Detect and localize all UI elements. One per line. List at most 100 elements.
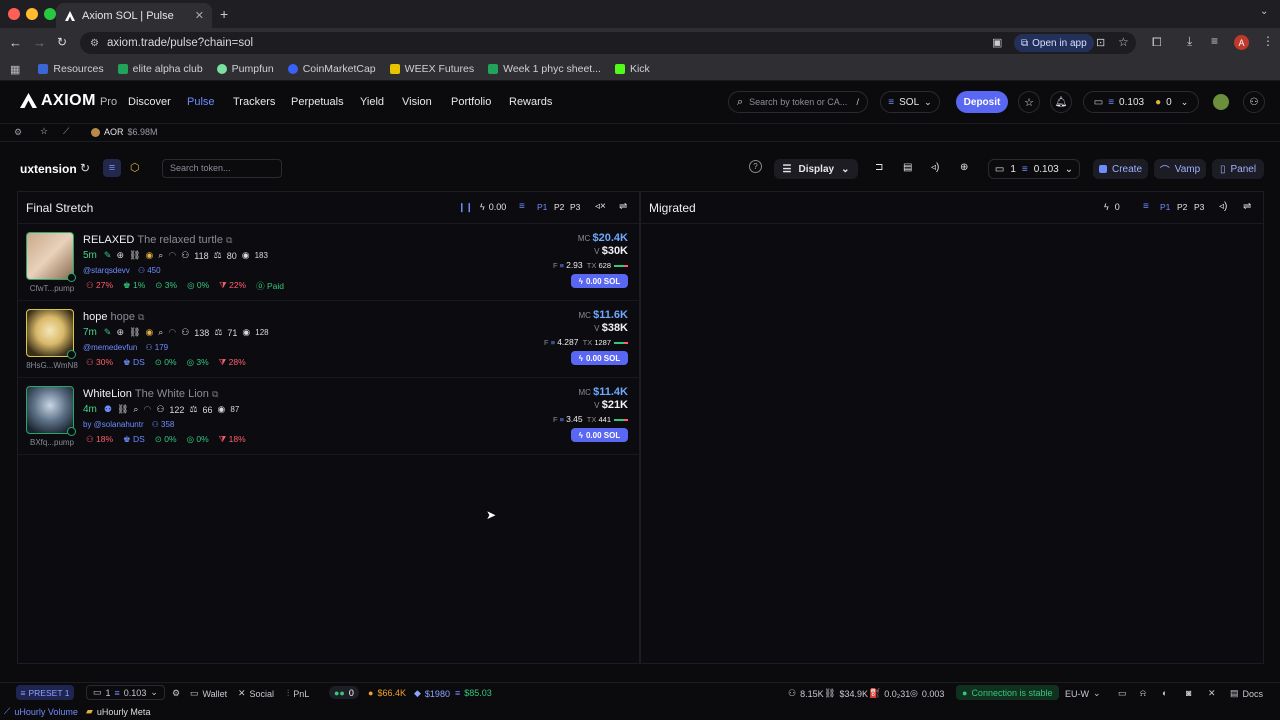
new-tab-button[interactable]: + [220, 6, 228, 22]
install-icon[interactable]: ⊡ [1096, 36, 1105, 49]
wallet-balance-button[interactable]: ▭ ≡ 0.103 ● 0 ⌄ [1083, 91, 1199, 113]
x-social-icon[interactable]: ✕ [1208, 688, 1216, 699]
tracker-toggle[interactable]: ●● 0 [329, 686, 359, 699]
nav-discover[interactable]: Discover [128, 96, 171, 108]
panel-button[interactable]: ▯ Panel [1212, 159, 1264, 179]
quick-buy-button[interactable]: ϟ 0.00 SOL [571, 351, 628, 365]
token-row[interactable]: BXfq...pump WhiteLion The White Lion ⧉ 4m… [18, 378, 640, 455]
user-avatar[interactable] [1213, 94, 1229, 110]
maximize-window-button[interactable] [44, 8, 56, 20]
token-avatar[interactable] [26, 386, 74, 434]
link-icon[interactable]: ⛓ [129, 250, 140, 261]
vamp-button[interactable]: ⌒ Vamp [1154, 159, 1206, 179]
eye-off-icon[interactable]: ◠ [168, 250, 176, 261]
bookmark-icon[interactable]: ⊐ [875, 162, 883, 173]
apps-grid-icon[interactable]: ▦ [10, 63, 20, 76]
preset-p1[interactable]: P1 [1160, 202, 1170, 212]
token-address[interactable]: CfwT...pump [22, 284, 82, 293]
preset-p1[interactable]: P1 [537, 202, 547, 212]
quick-buy-amount[interactable]: ϟ 0.00 [480, 202, 506, 212]
region-selector[interactable]: EU-W ⌄ [1065, 688, 1101, 699]
docs-link[interactable]: ▤ Docs [1230, 688, 1263, 699]
calculator-icon[interactable]: ▤ [903, 162, 912, 173]
token-name[interactable]: WhiteLion The White Lion ⧉ [83, 388, 218, 400]
dev-info[interactable]: @starqsdevv ⚇ 450 [83, 266, 161, 275]
star-icon[interactable]: ☆ [40, 126, 48, 137]
open-in-app-button[interactable]: ⧉ Open in app [1014, 34, 1094, 52]
token-address[interactable]: BXfq...pump [22, 438, 82, 447]
link-icon[interactable]: ⛓ [129, 327, 140, 338]
wallet-tab[interactable]: ▭ Wallet [190, 688, 227, 699]
preset-p2[interactable]: P2 [554, 202, 564, 212]
bookmark-coinmarketcap[interactable]: CoinMarketCap [287, 63, 376, 75]
coin-icon[interactable]: ◉ [145, 327, 153, 338]
bookmark-weex-futures[interactable]: WEEX Futures [389, 63, 474, 75]
mute-icon[interactable]: ◃× [595, 201, 606, 212]
palette-icon[interactable]: ◐ [1162, 688, 1167, 698]
clipboard-icon[interactable]: ▣ [992, 36, 1002, 49]
dev-info[interactable]: @memedevfun ⚇ 179 [83, 343, 168, 352]
close-tab-icon[interactable]: ✕ [195, 9, 204, 22]
menu-kebab-icon[interactable]: ⋮ [1262, 34, 1274, 48]
pnl-tab[interactable]: ⫶ PnL [287, 688, 309, 699]
token-avatar[interactable] [26, 232, 74, 280]
filter-settings-icon[interactable]: ⇌ [619, 201, 627, 212]
crosshair-settings-icon[interactable]: ⊕ [960, 162, 968, 173]
bookmark-week1-sheet[interactable]: Week 1 phyc sheet... [488, 63, 601, 75]
eye-off-icon[interactable]: ◠ [168, 327, 176, 338]
nav-vision[interactable]: Vision [402, 96, 432, 108]
token-address[interactable]: 8HsG...WmN8 [22, 361, 82, 370]
global-search-input[interactable]: ⌕ Search by token or CA... / [728, 91, 868, 113]
deposit-button[interactable]: Deposit [956, 91, 1008, 113]
nav-portfolio[interactable]: Portfolio [451, 96, 491, 108]
search-icon[interactable]: ⌕ [158, 327, 163, 338]
browser-tab[interactable]: Axiom SOL | Pulse ✕ [56, 3, 212, 28]
globe-icon[interactable]: ⊕ [116, 327, 124, 338]
bookmark-star-icon[interactable]: ☆ [1118, 35, 1129, 49]
tab-search-icon[interactable]: ⌄ [1260, 6, 1268, 17]
wallet-selector[interactable]: ▭ 1 ≡ 0.103 ⌄ [86, 685, 165, 700]
nav-yield[interactable]: Yield [360, 96, 384, 108]
minimize-window-button[interactable] [26, 8, 38, 20]
filter-settings-icon[interactable]: ⇌ [1243, 201, 1251, 212]
token-name[interactable]: hope hope ⧉ [83, 311, 144, 323]
globe-icon[interactable]: ⊕ [116, 250, 124, 261]
sound-icon[interactable]: ◃) [931, 162, 939, 173]
bookmark-pumpfun[interactable]: Pumpfun [216, 63, 274, 75]
bell-icon[interactable]: ⍾ [1140, 688, 1146, 699]
download-icon[interactable]: ⤓ [1187, 34, 1192, 49]
close-window-button[interactable] [8, 8, 20, 20]
preset-p3[interactable]: P3 [1194, 202, 1204, 212]
help-icon[interactable]: ? [749, 160, 762, 173]
token-avatar[interactable] [26, 309, 74, 357]
nav-perpetuals[interactable]: Perpetuals [291, 96, 344, 108]
grid-view-icon[interactable]: ⬡ [130, 161, 140, 174]
chart-icon[interactable]: ⟋ [63, 126, 69, 137]
media-icon[interactable]: ≡ [1211, 34, 1218, 48]
nav-trackers[interactable]: Trackers [233, 96, 275, 108]
settings-gear-icon[interactable]: ⚙ [172, 688, 180, 699]
watchlist-star-button[interactable]: ☆ [1018, 91, 1040, 113]
nav-rewards[interactable]: Rewards [509, 96, 552, 108]
pencil-icon[interactable]: ✎ [104, 250, 112, 261]
quick-buy-button[interactable]: ϟ 0.00 SOL [571, 428, 628, 442]
community-icon[interactable]: ⚉ [104, 404, 112, 415]
extensions-icon[interactable]: ⧠ [1152, 35, 1162, 50]
preset-p3[interactable]: P3 [570, 202, 580, 212]
sound-icon[interactable]: ◃) [1219, 201, 1227, 212]
profile-avatar[interactable]: A [1234, 35, 1249, 50]
watchlist-item-aor[interactable]: AOR $6.98M [91, 127, 158, 137]
bookmark-elite-alpha-club[interactable]: elite alpha club [117, 63, 203, 75]
pencil-icon[interactable]: ✎ [104, 327, 112, 338]
refresh-icon[interactable]: ↻ [80, 161, 90, 175]
settings-gear-icon[interactable]: ⚙ [14, 127, 22, 138]
layout-icon[interactable]: ▭ [1118, 688, 1127, 699]
preset-p2[interactable]: P2 [1177, 202, 1187, 212]
reload-icon[interactable]: ↻ [57, 35, 67, 49]
address-bar[interactable]: ⚙ axiom.trade/pulse?chain=sol ▣ ⧉ Open in… [80, 32, 1136, 54]
token-search-input[interactable]: Search token... [162, 159, 282, 178]
discord-icon[interactable]: ◙ [1186, 688, 1191, 698]
bookmark-resources[interactable]: Resources [38, 63, 104, 75]
axiom-logo[interactable]: AXIOM Pro [20, 93, 117, 109]
token-row[interactable]: 8HsG...WmN8 hope hope ⧉ 7m ✎ ⊕ ⛓ ◉ ⌕ ◠ ⚇ 1… [18, 301, 640, 378]
